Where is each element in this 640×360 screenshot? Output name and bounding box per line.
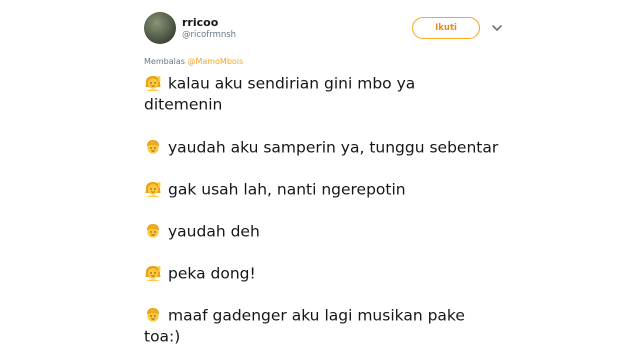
reply-prefix: Membalas: [144, 57, 185, 66]
line-text: toa:): [144, 327, 181, 346]
user-handle[interactable]: @ricofrmnsh: [182, 29, 236, 41]
line-text: peka dong!: [168, 264, 256, 283]
line-text: yaudah aku samperin ya, tunggu sebentar: [168, 138, 499, 157]
tweet-line: toa:): [144, 325, 180, 347]
line-text: gak usah lah, nanti ngerepotin: [168, 180, 406, 199]
tweet-line: yaudah deh: [144, 220, 260, 242]
tweet-line: peka dong!: [144, 262, 256, 284]
follow-button[interactable]: Ikuti: [412, 17, 480, 39]
woman-raising-hand-emoji: [144, 264, 162, 282]
tweet-line: maaf gadenger aku lagi musikan pake: [144, 304, 465, 326]
reply-mention-link[interactable]: @MamoMbois: [187, 57, 243, 66]
man-emoji: [144, 222, 162, 240]
tweet-header: rricoo @ricofrmnsh Ikuti: [144, 12, 506, 48]
line-text: kalau aku sendirian gini mbo ya: [168, 74, 416, 93]
display-name[interactable]: rricoo: [182, 16, 236, 29]
line-text: maaf gadenger aku lagi musikan pake: [168, 306, 465, 325]
reply-context: Membalas @MamoMbois: [144, 57, 243, 67]
woman-raising-hand-emoji: [144, 74, 162, 92]
avatar[interactable]: [144, 12, 176, 44]
tweet-card: rricoo @ricofrmnsh Ikuti Membalas @MamoM…: [0, 0, 640, 360]
line-text: yaudah deh: [168, 222, 260, 241]
tweet-line: gak usah lah, nanti ngerepotin: [144, 178, 406, 200]
woman-raising-hand-emoji: [144, 180, 162, 198]
man-emoji: [144, 306, 162, 324]
tweet-line: yaudah aku samperin ya, tunggu sebentar: [144, 136, 498, 158]
user-names[interactable]: rricoo @ricofrmnsh: [182, 16, 236, 41]
chevron-down-icon[interactable]: [491, 22, 503, 34]
line-text: ditemenin: [144, 95, 223, 114]
tweet-line: ditemenin: [144, 93, 222, 115]
man-emoji: [144, 138, 162, 156]
tweet-line: kalau aku sendirian gini mbo ya: [144, 72, 415, 94]
